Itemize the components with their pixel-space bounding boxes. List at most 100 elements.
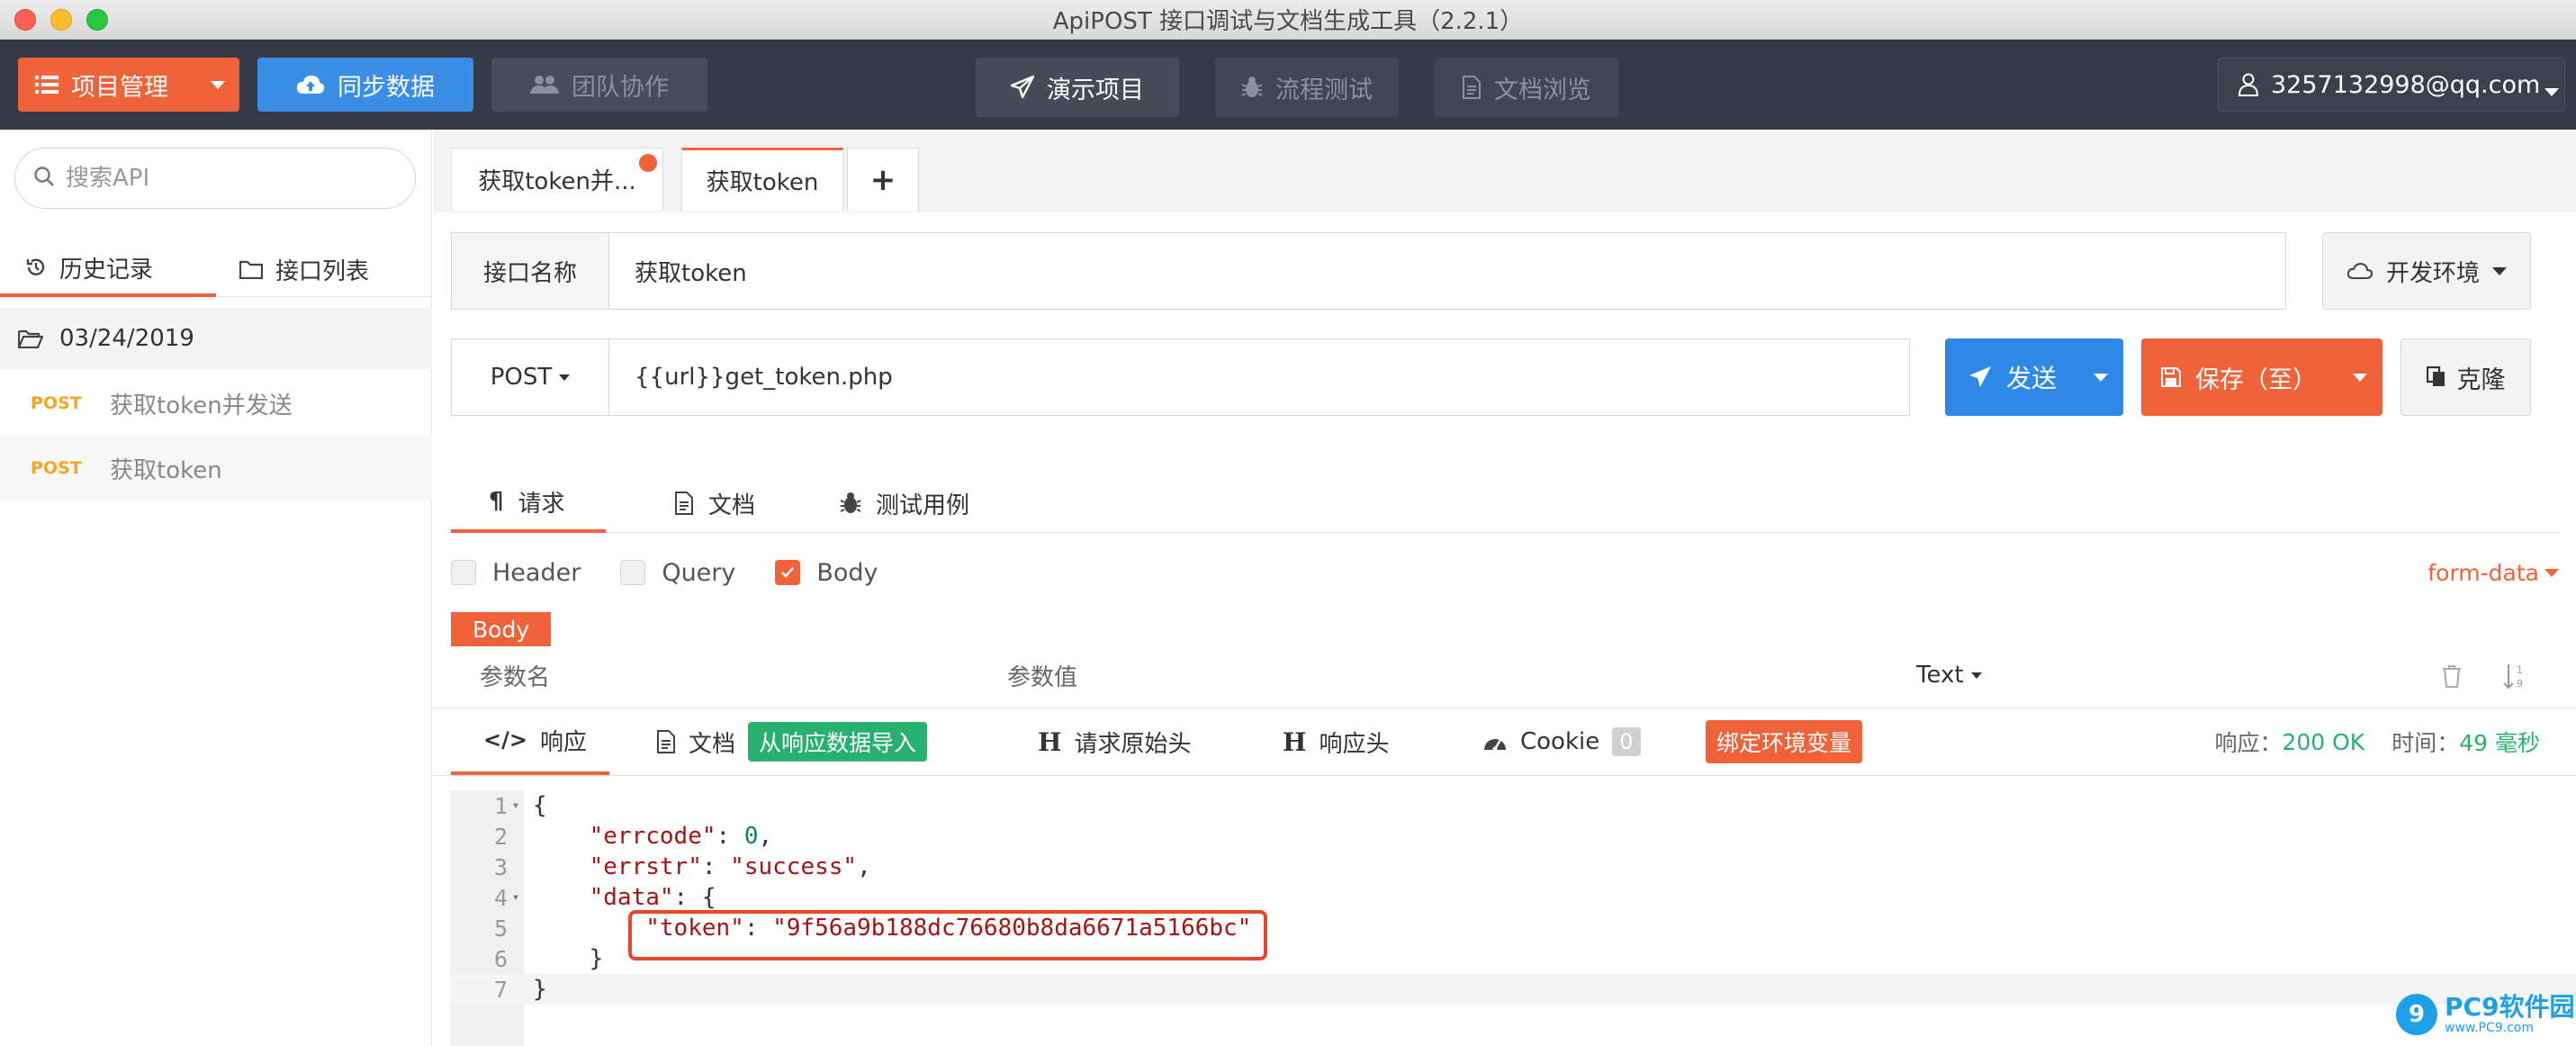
tab-response-label: 响应: [539, 728, 587, 756]
tab-cookie-label: Cookie: [1520, 728, 1600, 755]
tab-test-case[interactable]: 测试用例: [840, 473, 969, 533]
sync-data-button[interactable]: 同步数据: [257, 58, 473, 112]
code-text: "errstr": "success",: [589, 853, 871, 880]
line-number: 1: [493, 792, 508, 819]
tab-response-doc[interactable]: 文档 从响应数据导入: [656, 708, 928, 775]
folder-open-icon: [18, 329, 43, 348]
header-checkbox[interactable]: Header: [451, 559, 581, 587]
line-number: 6: [493, 945, 508, 972]
body-checkbox[interactable]: Body: [775, 559, 878, 587]
project-manage-button[interactable]: 项目管理: [18, 58, 239, 112]
paper-plane-icon: [1011, 76, 1034, 99]
tab-response[interactable]: </> 响应: [451, 708, 609, 775]
tab-raw-request-headers-label: 请求原始头: [1074, 730, 1192, 758]
chevron-down-icon[interactable]: [196, 58, 239, 112]
tab-history[interactable]: 历史记录: [0, 241, 216, 297]
paragraph-icon: ¶: [489, 488, 504, 515]
history-item[interactable]: POST 获取token: [0, 436, 432, 500]
flow-test-button[interactable]: 流程测试: [1215, 58, 1399, 117]
team-collab-button[interactable]: 团队协作: [491, 58, 707, 112]
token-highlight-annotation: [628, 910, 1267, 960]
code-line: 2 "errcode": 0,: [450, 821, 2576, 852]
cloud-icon: [2346, 262, 2373, 280]
svg-text:1: 1: [2517, 664, 2523, 676]
header-checkbox-label: Header: [492, 558, 581, 587]
sync-data-label: 同步数据: [338, 73, 435, 102]
demo-project-label: 演示项目: [1047, 76, 1144, 104]
param-table-header: 参数名 参数值 Text 19: [451, 639, 2559, 711]
fold-arrow-icon[interactable]: ▾: [508, 798, 524, 813]
send-button[interactable]: 发送: [1945, 338, 2123, 416]
history-item-name: 获取token并发送: [110, 392, 293, 419]
param-type-value: Text: [1916, 662, 1964, 689]
doc-tab-active[interactable]: 获取token: [681, 148, 843, 211]
clone-button[interactable]: 克隆: [2400, 338, 2531, 416]
environment-select[interactable]: 开发环境: [2322, 232, 2531, 310]
close-window-button[interactable]: [14, 9, 36, 31]
code-token: "success": [730, 853, 858, 880]
param-type-select[interactable]: Text: [1916, 662, 1982, 689]
tab-response-headers[interactable]: H 响应头: [1283, 708, 1389, 775]
api-name-input[interactable]: 获取token: [608, 232, 2286, 310]
chevron-down-icon[interactable]: [2078, 338, 2123, 416]
demo-project-button[interactable]: 演示项目: [976, 58, 1179, 117]
chevron-down-icon[interactable]: [2337, 338, 2382, 416]
trash-icon[interactable]: [2442, 664, 2462, 694]
tab-doc[interactable]: 文档: [674, 473, 755, 533]
import-from-response-button[interactable]: 从响应数据导入: [748, 722, 928, 762]
fold-arrow-icon[interactable]: ▾: [508, 890, 524, 905]
sort-icon[interactable]: 19: [2503, 663, 2526, 696]
environment-label: 开发环境: [2385, 259, 2480, 287]
add-tab-button[interactable]: +: [847, 148, 919, 211]
url-input[interactable]: {{url}}get_token.php: [608, 338, 1910, 416]
history-date-group[interactable]: 03/24/2019: [0, 308, 432, 369]
checkbox-icon: [451, 560, 476, 585]
body-type-select[interactable]: form-data: [2427, 560, 2559, 586]
code-line: 4 ▾ "data": {: [450, 882, 2576, 913]
chevron-down-icon[interactable]: [2544, 75, 2559, 103]
maximize-window-button[interactable]: [86, 9, 108, 31]
window-controls: [14, 9, 108, 31]
tab-response-headers-label: 响应头: [1319, 730, 1390, 758]
search-box[interactable]: [14, 148, 416, 209]
bind-env-variable-button[interactable]: 绑定环境变量: [1706, 708, 1863, 775]
save-button[interactable]: 保存（至）: [2141, 338, 2382, 416]
tab-request[interactable]: ¶ 请求: [451, 473, 606, 533]
param-name-header: 参数名: [480, 663, 551, 691]
header-icon: H: [1283, 726, 1307, 757]
document-icon: [656, 730, 676, 753]
minimize-window-button[interactable]: [50, 9, 72, 31]
svg-text:9: 9: [2517, 678, 2523, 690]
search-input[interactable]: [66, 165, 390, 192]
request-tabs: ¶ 请求 文档 测试用例: [451, 473, 2559, 533]
code-line: 1 ▾ {: [450, 790, 2576, 821]
bug-icon: [840, 491, 861, 515]
floppy-icon: [2161, 367, 2181, 387]
tab-api-list[interactable]: 接口列表: [239, 241, 432, 297]
tab-raw-request-headers[interactable]: H 请求原始头: [1038, 708, 1191, 775]
doc-tab-label: 获取token并...: [478, 168, 636, 195]
code-text: }: [524, 945, 604, 972]
user-email: 3257132998@qq.com: [2271, 70, 2541, 99]
time-value: 49 毫秒: [2459, 730, 2540, 756]
code-token: 0: [743, 823, 759, 850]
doc-tab[interactable]: 获取token并...: [451, 148, 663, 211]
user-account-button[interactable]: 3257132998@qq.com: [2218, 58, 2565, 112]
team-collab-label: 团队协作: [572, 73, 669, 102]
code-line: 3 "errstr": "success",: [450, 852, 2576, 882]
method-select[interactable]: POST: [451, 338, 609, 416]
code-token: }: [589, 945, 604, 972]
body-checkbox-label: Body: [816, 558, 878, 587]
tab-request-label: 请求: [518, 490, 565, 518]
query-checkbox[interactable]: Query: [620, 559, 735, 587]
watermark-badge: 9: [2396, 994, 2437, 1035]
watermark-url: www.PC9.com: [2445, 1021, 2534, 1035]
unsaved-dot-icon: [639, 154, 657, 172]
doc-browse-button[interactable]: 文档浏览: [1435, 58, 1618, 117]
header-icon: H: [1038, 726, 1062, 757]
api-name-label: 接口名称: [451, 232, 609, 310]
doc-tab-label: 获取token: [706, 169, 819, 196]
history-item[interactable]: POST 获取token并发送: [0, 371, 432, 436]
tab-cookie[interactable]: Cookie 0: [1482, 708, 1641, 775]
code-icon: </>: [483, 727, 527, 753]
